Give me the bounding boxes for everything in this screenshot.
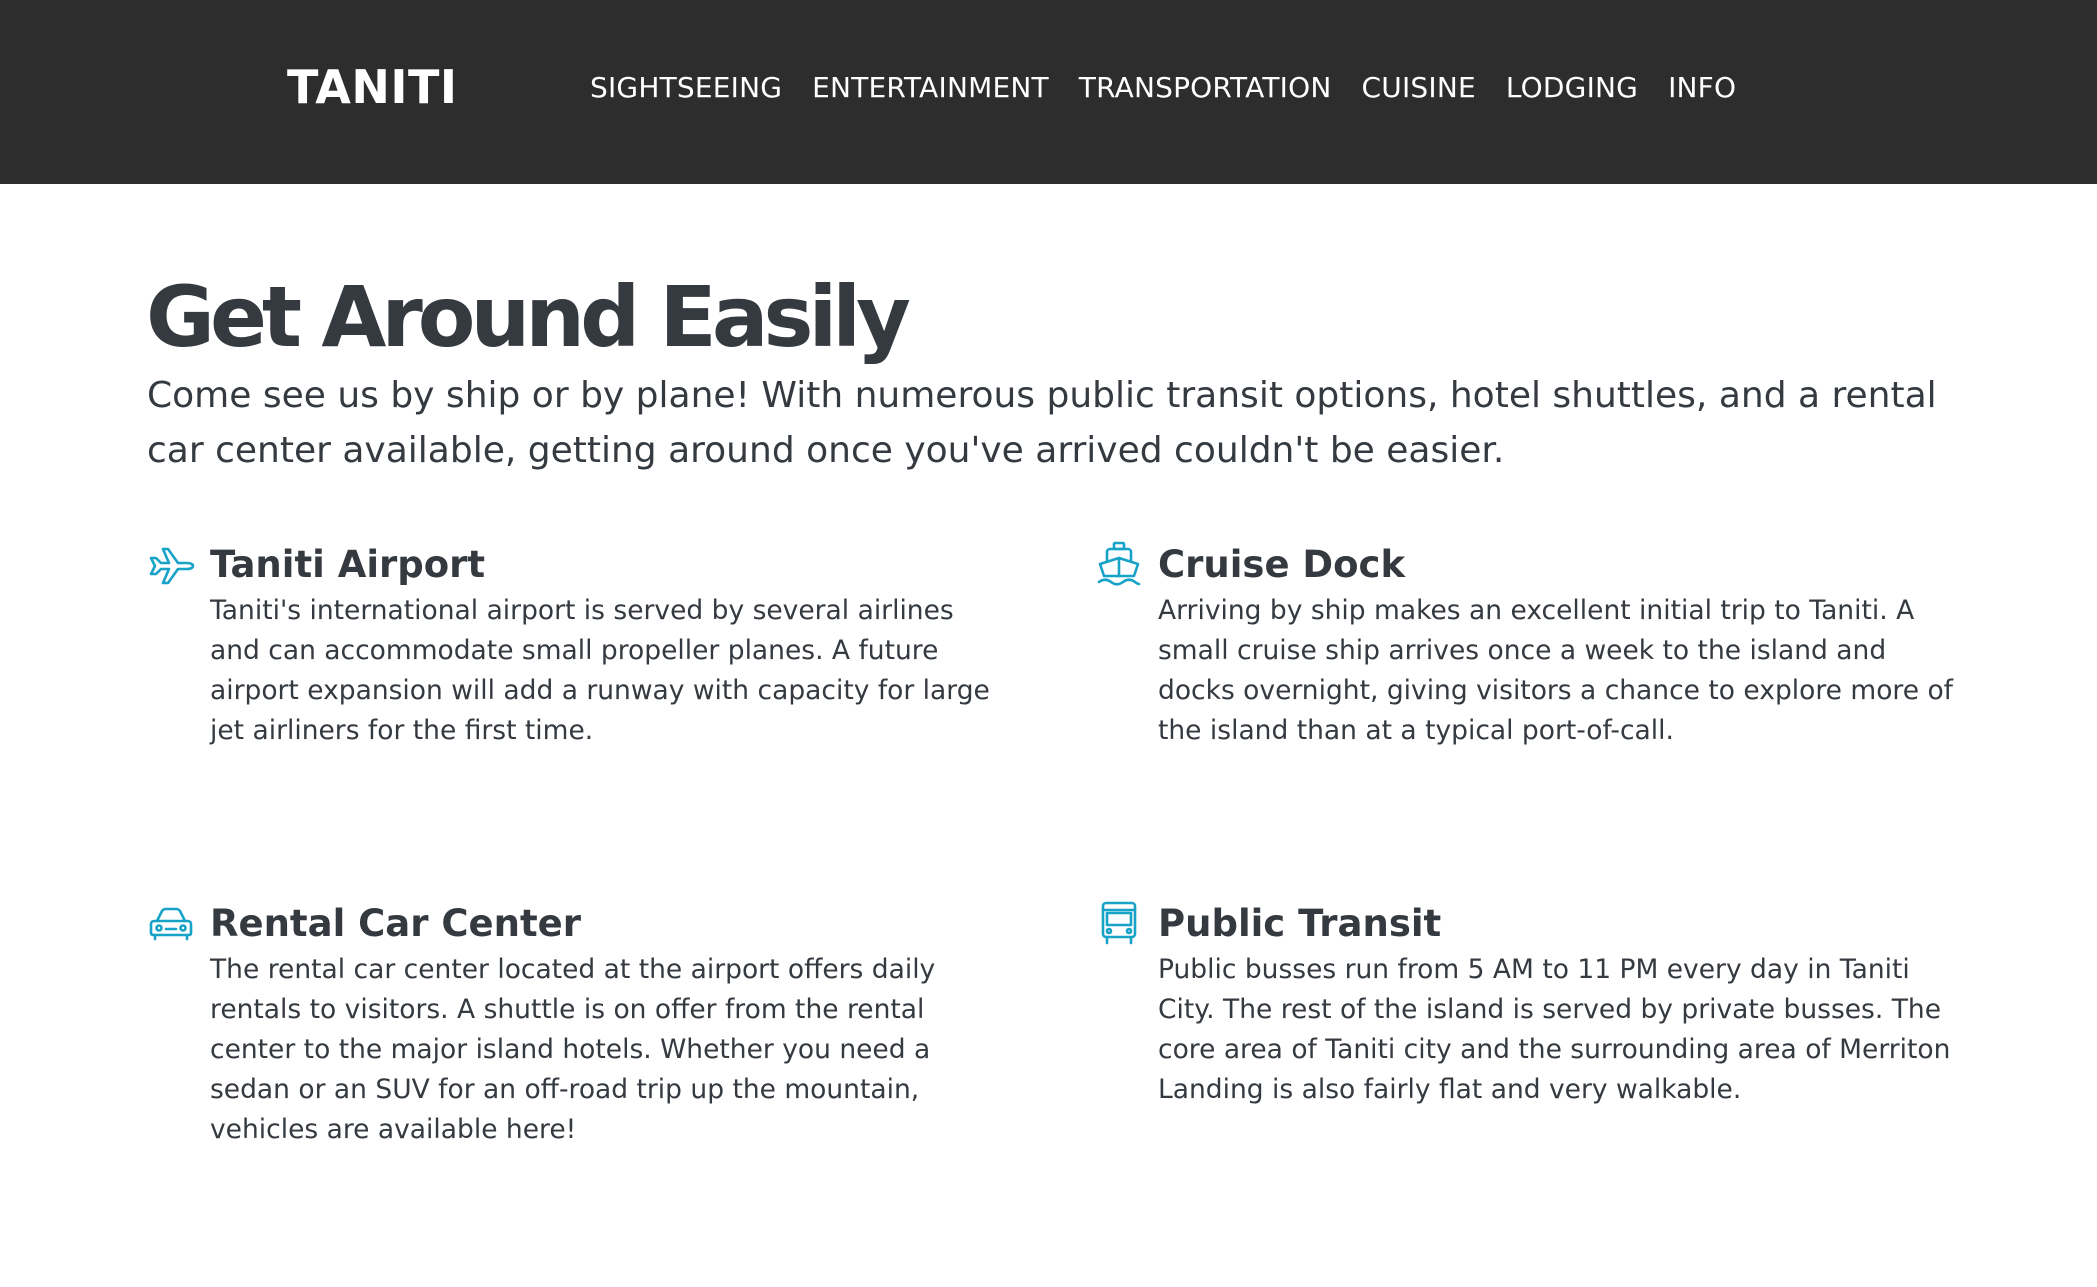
bus-icon [1101, 901, 1137, 945]
top-navbar: TANITI SIGHTSEEING ENTERTAINMENT TRANSPO… [0, 0, 2097, 184]
car-icon [149, 907, 193, 941]
page-lead: Come see us by ship or by plane! With nu… [147, 375, 1937, 471]
nav-links: SIGHTSEEING ENTERTAINMENT TRANSPORTATION… [590, 54, 1736, 120]
nav-link-entertainment[interactable]: ENTERTAINMENT [812, 71, 1049, 104]
feature-text: Public busses run from 5 AM to 11 PM eve… [1158, 954, 1951, 1105]
nav-link-info[interactable]: INFO [1668, 71, 1736, 104]
page-title: Get Around Easily [146, 268, 911, 366]
feature-title: Public Transit [1158, 902, 1442, 945]
feature-text: Arriving by ship makes an excellent init… [1158, 595, 1953, 746]
feature-title: Rental Car Center [210, 902, 582, 945]
nav-link-sightseeing[interactable]: SIGHTSEEING [590, 71, 782, 104]
nav-link-lodging[interactable]: LODGING [1506, 71, 1638, 104]
brand-logo-link[interactable]: TANITI [287, 54, 458, 120]
feature-title: Cruise Dock [1158, 543, 1406, 586]
feature-title: Taniti Airport [210, 543, 486, 586]
feature-text: Taniti's international airport is served… [210, 595, 990, 746]
ship-icon [1097, 541, 1141, 586]
nav-link-transportation[interactable]: TRANSPORTATION [1079, 71, 1332, 104]
airplane-icon [149, 547, 195, 585]
feature-text: The rental car center located at the air… [210, 954, 936, 1145]
nav-link-cuisine[interactable]: CUISINE [1362, 71, 1476, 104]
